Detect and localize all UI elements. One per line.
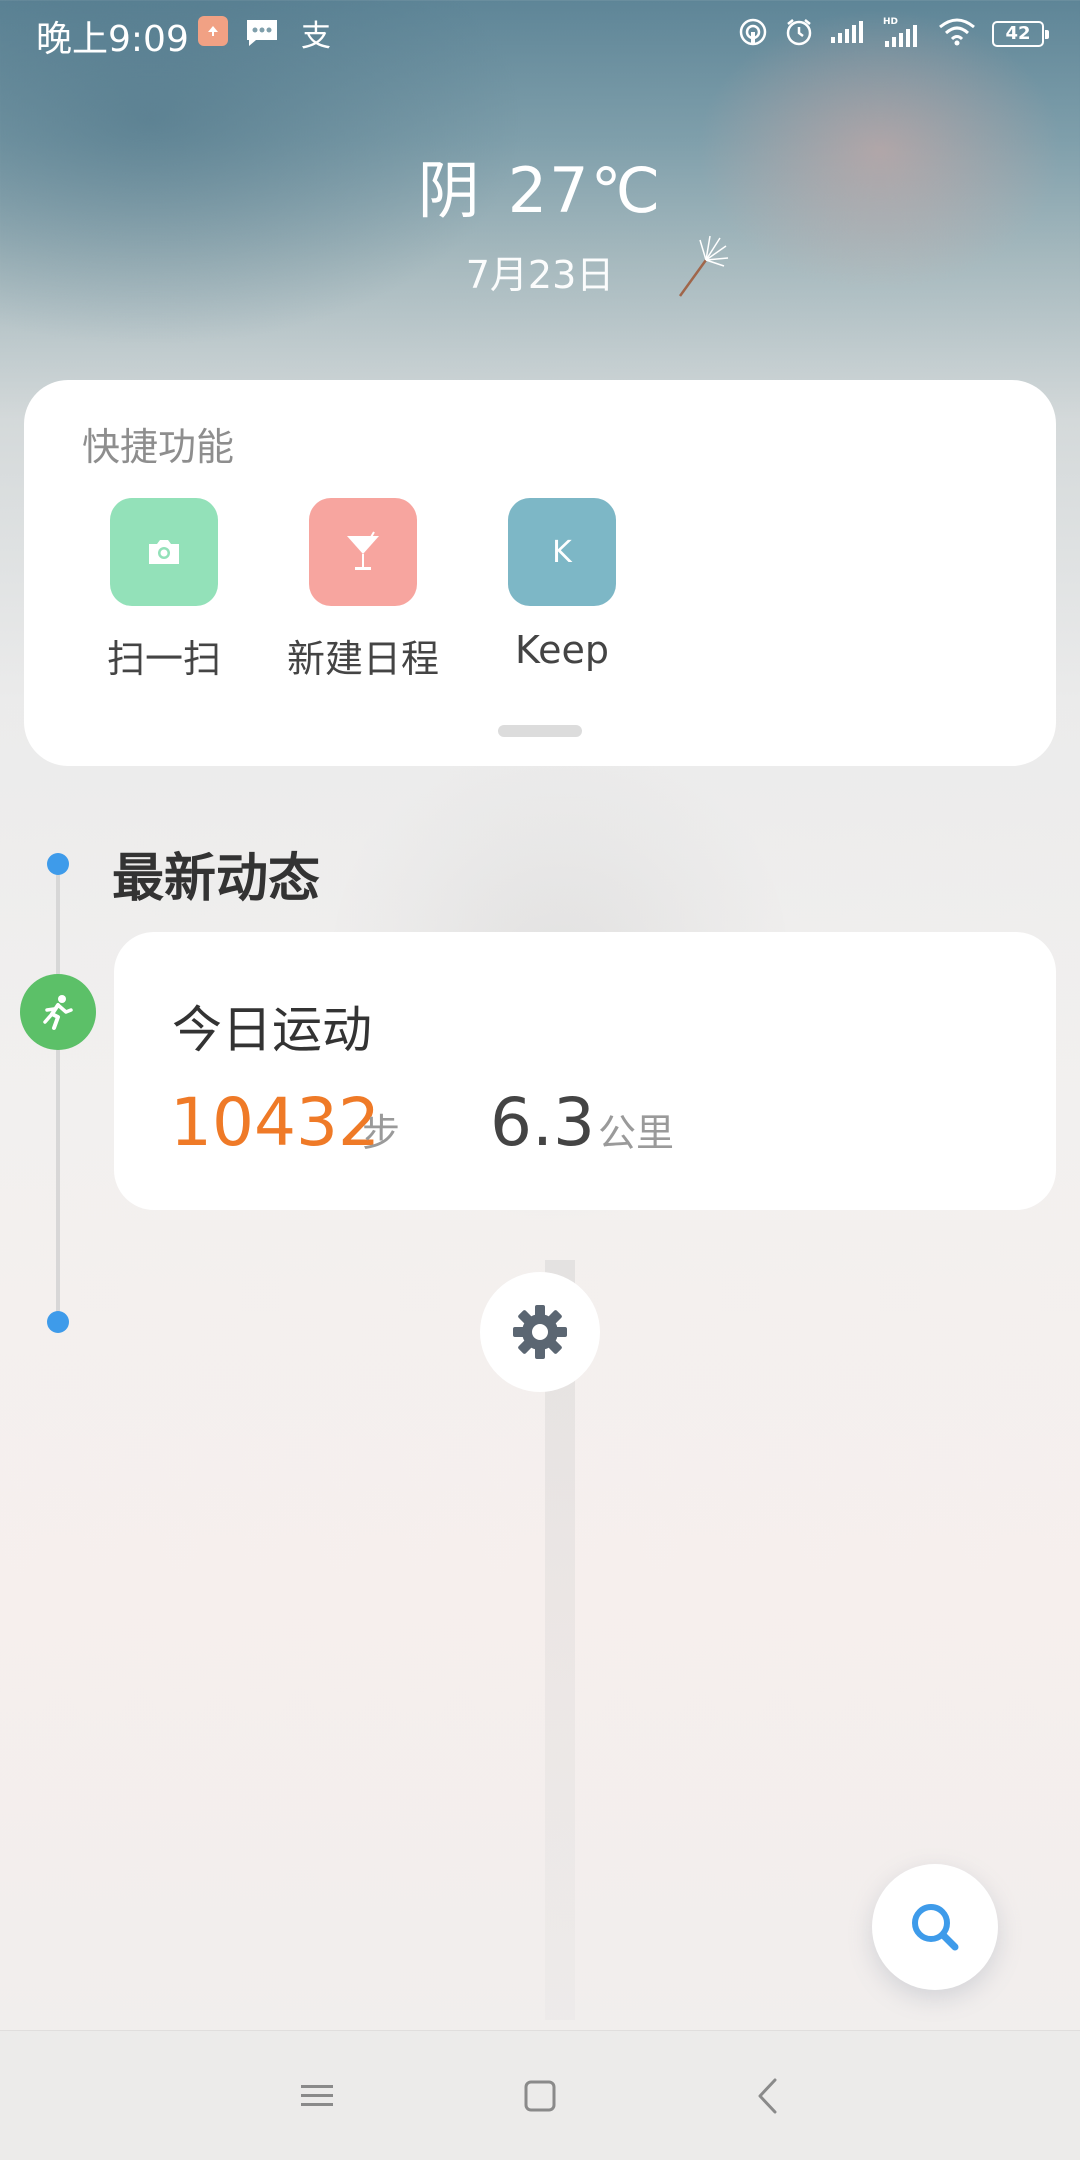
- alarm-icon: [784, 17, 814, 51]
- wifi-icon: [938, 17, 976, 51]
- weather-date: 7月23日: [465, 253, 615, 297]
- navigation-bar: [0, 2030, 1080, 2160]
- home-button[interactable]: [505, 2061, 575, 2131]
- status-time: 晚上9:09: [36, 19, 189, 60]
- menu-button[interactable]: [282, 2061, 352, 2131]
- search-button[interactable]: [872, 1864, 998, 1990]
- back-button[interactable]: [732, 2061, 802, 2131]
- svg-text:HD: HD: [883, 17, 898, 27]
- status-icons: HD 42: [738, 14, 1049, 54]
- quick-item-scan[interactable]: 扫一扫: [64, 498, 264, 683]
- quick-item-label: Keep: [515, 628, 609, 672]
- app-notification-icon: [198, 16, 228, 46]
- quick-item-label: 扫一扫: [106, 637, 221, 681]
- home-icon: [524, 2080, 556, 2112]
- battery-icon: 42: [992, 21, 1049, 47]
- temperature: 27℃: [507, 154, 663, 227]
- hotspot-icon: [738, 17, 768, 51]
- running-icon: [20, 974, 96, 1050]
- weather-header[interactable]: 阴 27℃ 7月23日: [0, 140, 1080, 299]
- weather-condition: 阴 27℃: [0, 140, 1080, 230]
- timeline-dot: [47, 1311, 69, 1333]
- steps-unit: 步: [362, 1111, 401, 1155]
- menu-icon: [301, 2085, 333, 2106]
- latest-updates-title: 最新动态: [112, 849, 321, 909]
- quick-item-new-schedule[interactable]: 新建日程: [263, 498, 463, 683]
- hd-signal-icon: HD: [882, 15, 922, 53]
- gear-icon: [513, 1305, 567, 1359]
- back-icon: [758, 2078, 777, 2114]
- settings-button[interactable]: [480, 1272, 600, 1392]
- dandelion-seed-icon: [672, 232, 732, 306]
- status-bar: 晚上9:09 支 HD 42: [0, 0, 1080, 66]
- distance-value: 6.3: [490, 1084, 595, 1161]
- keep-logo-glyph: K: [552, 534, 572, 570]
- quick-functions-title: 快捷功能: [82, 425, 235, 469]
- cocktail-icon: [309, 498, 417, 606]
- timeline-line: [56, 866, 60, 1324]
- quick-functions-card: 快捷功能 扫一扫 新建日程 K Keep: [24, 380, 1056, 766]
- quick-item-keep[interactable]: K Keep: [462, 498, 662, 672]
- timeline-dot: [47, 853, 69, 875]
- steps-value: 10432: [170, 1084, 380, 1161]
- camera-icon: [110, 498, 218, 606]
- search-icon: [912, 1904, 959, 1951]
- keep-icon: K: [508, 498, 616, 606]
- distance-unit: 公里: [598, 1111, 675, 1155]
- quick-item-label: 新建日程: [286, 637, 439, 681]
- message-icon: [244, 16, 280, 50]
- card-drag-handle[interactable]: [498, 725, 582, 737]
- alipay-icon: 支: [301, 19, 331, 54]
- today-sport-card[interactable]: 今日运动 10432 步 6.3 公里: [114, 932, 1056, 1210]
- signal-icon: [830, 19, 866, 49]
- sport-title: 今日运动: [172, 1001, 372, 1059]
- weather-text: 阴: [417, 154, 482, 227]
